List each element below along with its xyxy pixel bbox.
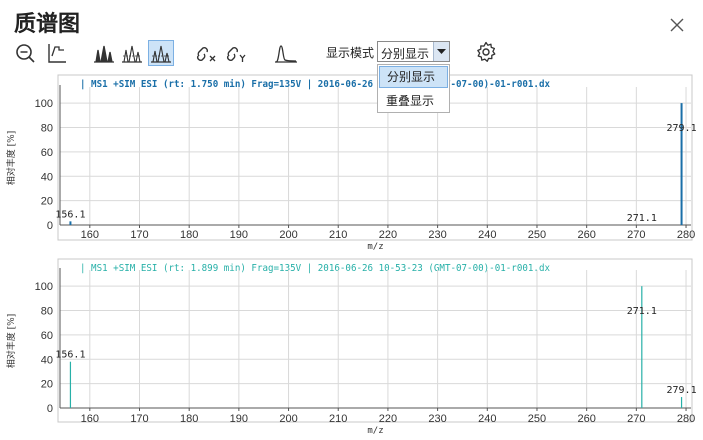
y-tick-label: 40 (41, 354, 53, 366)
y-tick-label: 80 (41, 306, 53, 318)
peak-label: 156.1 (55, 209, 85, 220)
x-tick-label: 200 (279, 229, 297, 241)
x-tick-label: 220 (379, 413, 397, 425)
x-tick-label: 190 (230, 413, 248, 425)
x-tick-label: 170 (130, 413, 148, 425)
x-tick-label: 170 (130, 229, 148, 241)
x-tick-label: 270 (627, 229, 645, 241)
x-tick-label: 180 (180, 413, 198, 425)
peak-label: 279.1 (667, 385, 697, 396)
x-tick-label: 160 (81, 413, 99, 425)
y-tick-label: 0 (47, 403, 53, 415)
x-tick-label: 190 (230, 229, 248, 241)
x-tick-label: 230 (428, 229, 446, 241)
peak-label: 279.1 (667, 123, 697, 134)
y-tick-label: 60 (41, 330, 53, 342)
x-tick-label: 200 (279, 413, 297, 425)
y-tick-label: 60 (41, 147, 53, 159)
x-tick-label: 260 (577, 229, 595, 241)
y-tick-label: 20 (41, 379, 53, 391)
x-tick-label: 160 (81, 229, 99, 241)
peak-label: 271.1 (627, 213, 657, 224)
x-tick-label: 280 (677, 413, 695, 425)
peak-label: 156.1 (55, 350, 85, 361)
x-tick-label: 220 (379, 229, 397, 241)
chart-frame (57, 258, 693, 423)
x-tick-label: 230 (428, 413, 446, 425)
x-tick-label: 180 (180, 229, 198, 241)
chart-title: | MS1 +SIM ESI (rt: 1.750 min) Frag=135V… (80, 79, 550, 90)
x-tick-label: 240 (478, 413, 496, 425)
x-tick-label: 270 (627, 413, 645, 425)
display-mode-dropdown: 分别显示 重叠显示 (377, 64, 450, 113)
y-tick-label: 100 (35, 98, 53, 110)
option-separate[interactable]: 分别显示 (379, 66, 448, 88)
y-tick-label: 0 (47, 220, 53, 232)
x-tick-label: 210 (329, 413, 347, 425)
x-tick-label: 280 (677, 229, 695, 241)
y-tick-label: 40 (41, 171, 53, 183)
chart-title: | MS1 +SIM ESI (rt: 1.899 min) Frag=135V… (80, 263, 550, 274)
y-tick-label: 20 (41, 196, 53, 208)
x-axis-label: m/z (367, 426, 383, 436)
y-axis-label: 相对丰度 [%] (5, 131, 17, 185)
y-tick-label: 80 (41, 123, 53, 135)
peak-label: 271.1 (627, 306, 657, 317)
y-tick-label: 100 (35, 281, 53, 293)
x-axis-label: m/z (367, 242, 383, 252)
x-tick-label: 240 (478, 229, 496, 241)
spectra-charts: | MS1 +SIM ESI (rt: 1.750 min) Frag=135V… (5, 74, 697, 436)
option-overlay[interactable]: 重叠显示 (379, 90, 448, 112)
x-tick-label: 210 (329, 229, 347, 241)
x-tick-label: 260 (577, 413, 595, 425)
chart-frame (57, 74, 693, 241)
x-tick-label: 250 (528, 413, 546, 425)
y-axis-label: 相对丰度 [%] (5, 314, 17, 368)
x-tick-label: 250 (528, 229, 546, 241)
